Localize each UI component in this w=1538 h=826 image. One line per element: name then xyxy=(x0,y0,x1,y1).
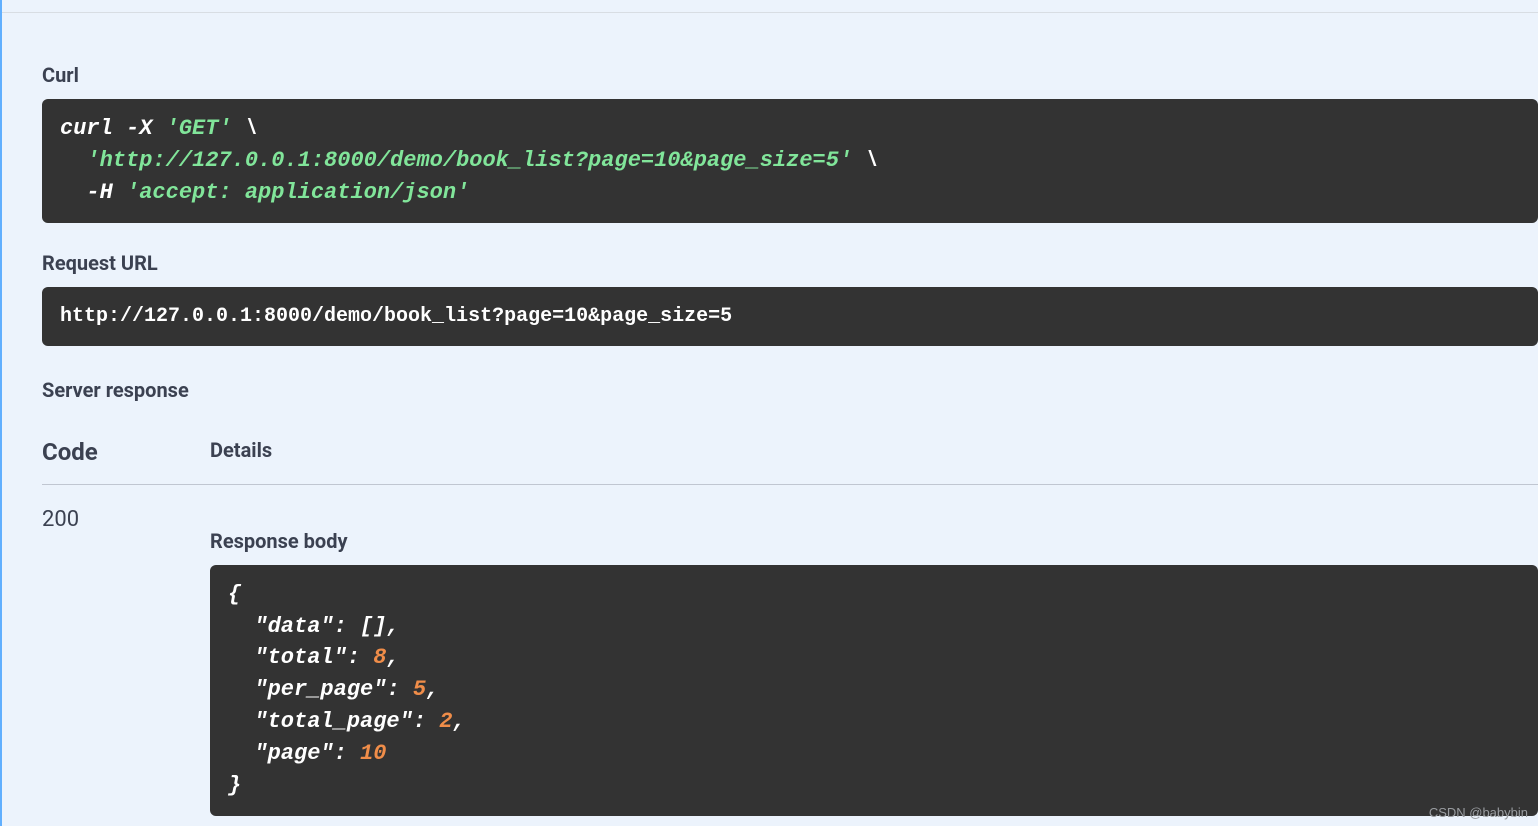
curl-command-text[interactable]: curl -X 'GET' \ 'http://127.0.0.1:8000/d… xyxy=(60,113,1520,209)
watermark-text: CSDN @babybin xyxy=(1429,805,1528,820)
response-body-block: { "data": [], "total": 8, "per_page": 5,… xyxy=(210,565,1538,816)
swagger-response-panel: Curl curl -X 'GET' \ 'http://127.0.0.1:8… xyxy=(0,0,1538,826)
response-body-text[interactable]: { "data": [], "total": 8, "per_page": 5,… xyxy=(228,579,1520,802)
request-url-label: Request URL xyxy=(42,251,1538,275)
curl-command-block: curl -X 'GET' \ 'http://127.0.0.1:8000/d… xyxy=(42,99,1538,223)
curl-label: Curl xyxy=(42,63,1538,87)
server-response-label: Server response xyxy=(42,378,1538,402)
request-url-text[interactable]: http://127.0.0.1:8000/demo/book_list?pag… xyxy=(60,305,1520,328)
top-divider xyxy=(2,12,1538,13)
response-table-header: Code Details xyxy=(42,438,1538,485)
response-row: 200 Response body { "data": [], "total":… xyxy=(42,507,1538,816)
code-column-header: Code xyxy=(42,438,210,466)
details-column-header: Details xyxy=(210,438,272,466)
request-url-block: http://127.0.0.1:8000/demo/book_list?pag… xyxy=(42,287,1538,346)
response-body-label: Response body xyxy=(210,529,1538,553)
response-details: Response body { "data": [], "total": 8, … xyxy=(210,507,1538,816)
status-code: 200 xyxy=(42,507,210,532)
